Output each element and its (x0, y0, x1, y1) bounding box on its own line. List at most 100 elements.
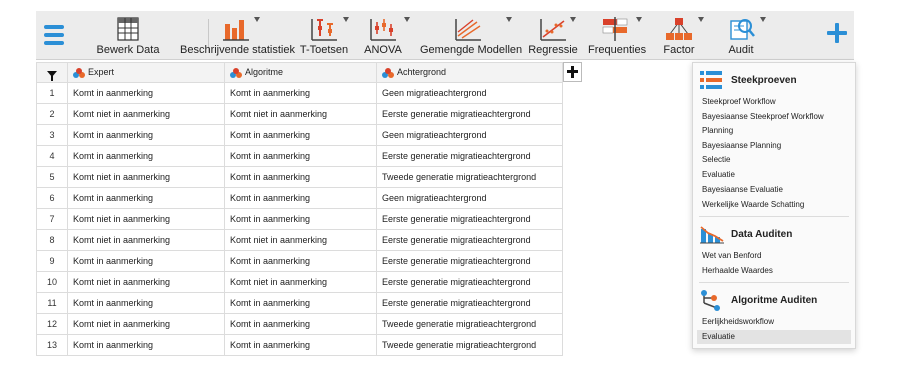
table-cell[interactable]: Eerste generatie migratieachtergrond (376, 229, 563, 251)
column-header-expert[interactable]: Expert (67, 62, 225, 83)
table-cell[interactable]: Komt in aanmerking (224, 250, 377, 272)
toolbar-audit[interactable]: Audit (724, 15, 766, 57)
table-cell[interactable]: Komt in aanmerking (67, 250, 225, 272)
table-cell[interactable]: Eerste generatie migratieachtergrond (376, 292, 563, 314)
menu-item[interactable]: Eerlijkheidsworkflow (697, 315, 851, 329)
t-test-icon (311, 19, 337, 41)
table-cell[interactable]: Eerste generatie migratieachtergrond (376, 208, 563, 230)
audit-icon (730, 19, 755, 40)
toolbar-label: Audit (728, 44, 754, 56)
table-cell[interactable]: Eerste generatie migratieachtergrond (376, 145, 563, 167)
toolbar-label: Factor (663, 44, 695, 56)
table-cell[interactable]: Komt in aanmerking (224, 82, 377, 104)
toolbar-gemengde-modellen[interactable]: Gemengde Modellen (420, 15, 522, 57)
table-cell[interactable]: Eerste generatie migratieachtergrond (376, 250, 563, 272)
table-cell[interactable]: Komt niet in aanmerking (67, 103, 225, 125)
row-number: 5 (36, 166, 68, 188)
menu-item[interactable]: Herhaalde Waardes (697, 264, 851, 278)
table-cell[interactable]: Komt in aanmerking (67, 187, 225, 209)
table-cell[interactable]: Geen migratieachtergrond (376, 82, 563, 104)
toolbar-regressie[interactable]: Regressie (528, 15, 578, 57)
anova-icon (370, 19, 396, 41)
table-cell[interactable]: Tweede generatie migratieachtergrond (376, 334, 563, 356)
row-number: 11 (36, 292, 68, 314)
table-cell[interactable]: Komt niet in aanmerking (224, 271, 377, 293)
toolbar-frequenties[interactable]: Frequenties (588, 15, 646, 57)
table-row: 13 Komt in aanmerking Komt in aanmerking Tw… (36, 334, 563, 356)
table-cell[interactable]: Komt in aanmerking (224, 313, 377, 335)
audit-dropdown-menu: Steekproeven Steekproef Workflow Bayesia… (692, 62, 856, 349)
toolbar-t-toetsen[interactable]: T-Toetsen (298, 15, 350, 57)
chevron-down-icon (570, 17, 576, 22)
table-cell[interactable]: Eerste generatie migratieachtergrond (376, 271, 563, 293)
menu-item[interactable]: Bayesiaanse Planning (697, 139, 851, 153)
table-cell[interactable]: Komt in aanmerking (67, 334, 225, 356)
toolbar-factor[interactable]: Factor (658, 15, 704, 57)
menu-item[interactable]: Steekproef Workflow (697, 95, 851, 109)
chevron-down-icon (254, 17, 260, 22)
factor-icon (666, 18, 692, 40)
regression-icon (540, 19, 566, 41)
table-cell[interactable]: Komt in aanmerking (224, 166, 377, 188)
toolbar-beschrijvende-statistiek[interactable]: Beschrijvende statistiek (180, 15, 295, 57)
table-row: 3 Komt in aanmerking Komt in aanmerking Gee… (36, 124, 563, 146)
row-number: 2 (36, 103, 68, 125)
table-cell[interactable]: Komt niet in aanmerking (67, 313, 225, 335)
table-cell[interactable]: Geen migratieachtergrond (376, 124, 563, 146)
table-cell[interactable]: Komt in aanmerking (67, 124, 225, 146)
table-cell[interactable]: Komt in aanmerking (224, 208, 377, 230)
table-cell[interactable]: Komt niet in aanmerking (67, 229, 225, 251)
row-number: 9 (36, 250, 68, 272)
menu-section-title: Algoritme Auditen (731, 295, 818, 306)
table-cell[interactable]: Komt niet in aanmerking (67, 166, 225, 188)
menu-item[interactable]: Bayesiaanse Evaluatie (697, 183, 851, 197)
table-header-row: Expert Algoritme Achtergrond (36, 62, 563, 83)
table-row: 1 Komt in aanmerking Komt in aanmerking Gee… (36, 82, 563, 104)
table-row: 2 Komt niet in aanmerking Komt niet in aan… (36, 103, 563, 125)
menu-item[interactable]: Wet van Benford (697, 249, 851, 263)
table-cell[interactable]: Komt in aanmerking (67, 292, 225, 314)
table-cell[interactable]: Komt niet in aanmerking (67, 271, 225, 293)
data-audit-chart-icon (700, 226, 724, 244)
column-header-algoritme[interactable]: Algoritme (224, 62, 377, 83)
menu-item[interactable]: Selectie (697, 153, 851, 167)
table-cell[interactable]: Komt niet in aanmerking (67, 208, 225, 230)
menu-item[interactable]: Werkelijke Waarde Schatting (697, 198, 851, 212)
toolbar-bewerk-data[interactable]: Bewerk Data (96, 15, 160, 57)
add-module-icon[interactable] (826, 22, 848, 44)
add-column-icon[interactable] (563, 62, 582, 82)
hamburger-menu-icon[interactable] (44, 25, 64, 45)
table-cell[interactable]: Geen migratieachtergrond (376, 187, 563, 209)
table-cell[interactable]: Komt in aanmerking (224, 124, 377, 146)
filter-button[interactable] (36, 62, 68, 83)
table-cell[interactable]: Komt niet in aanmerking (224, 103, 377, 125)
table-cell[interactable]: Komt in aanmerking (224, 334, 377, 356)
toolbar-label: Regressie (528, 44, 578, 56)
table-cell[interactable]: Komt in aanmerking (224, 292, 377, 314)
table-cell[interactable]: Tweede generatie migratieachtergrond (376, 166, 563, 188)
table-cell[interactable]: Tweede generatie migratieachtergrond (376, 313, 563, 335)
row-number: 12 (36, 313, 68, 335)
menu-item[interactable]: Bayesiaanse Steekproef Workflow (697, 110, 851, 124)
table-cell[interactable]: Eerste generatie migratieachtergrond (376, 103, 563, 125)
menu-item[interactable]: Planning (697, 124, 851, 138)
bar-chart-icon (223, 20, 249, 41)
table-cell[interactable]: Komt niet in aanmerking (224, 229, 377, 251)
row-number: 7 (36, 208, 68, 230)
menu-item-selected[interactable]: Evaluatie (697, 330, 851, 344)
frequencies-icon (602, 17, 628, 41)
chevron-down-icon (404, 17, 410, 22)
table-cell[interactable]: Komt in aanmerking (67, 145, 225, 167)
column-header-achtergrond[interactable]: Achtergrond (376, 62, 563, 83)
row-number: 10 (36, 271, 68, 293)
table-cell[interactable]: Komt in aanmerking (224, 145, 377, 167)
menu-section-title: Steekproeven (731, 75, 797, 86)
row-number: 13 (36, 334, 68, 356)
toolbar-anova[interactable]: ANOVA (362, 15, 410, 57)
menu-item[interactable]: Evaluatie (697, 168, 851, 182)
toolbar-label: Bewerk Data (96, 44, 160, 56)
mixed-models-icon (455, 19, 481, 41)
table-cell[interactable]: Komt in aanmerking (67, 82, 225, 104)
nominal-variable-icon (230, 67, 242, 78)
table-cell[interactable]: Komt in aanmerking (224, 187, 377, 209)
